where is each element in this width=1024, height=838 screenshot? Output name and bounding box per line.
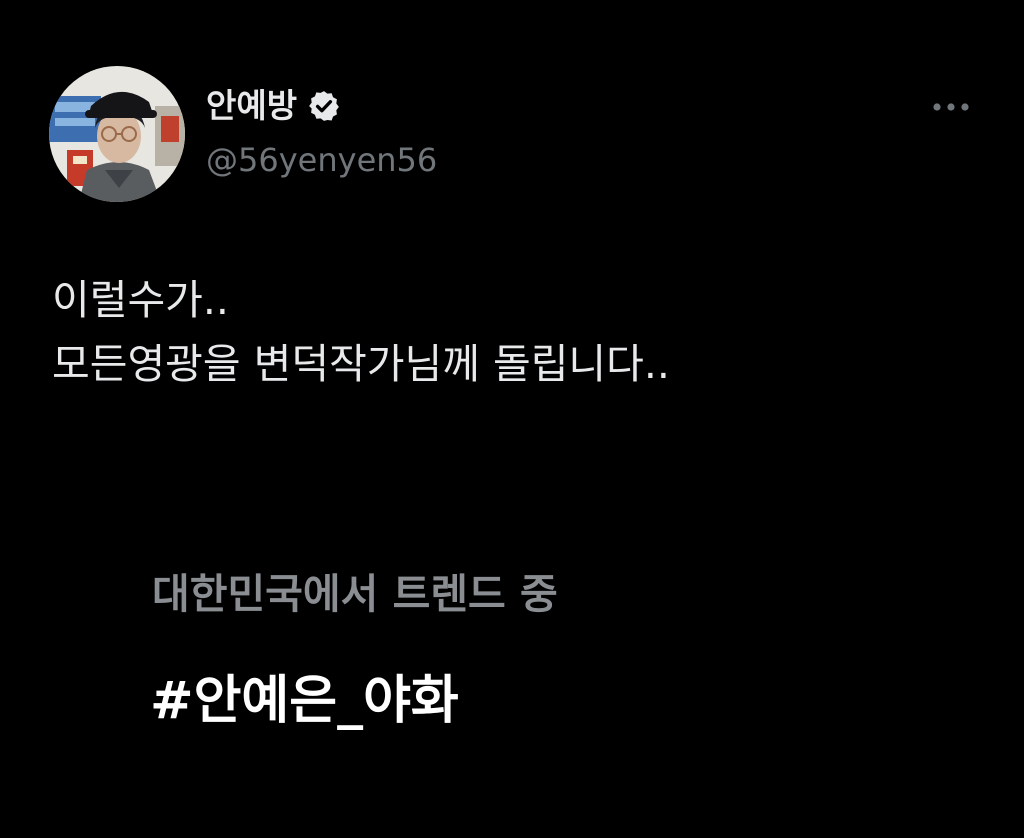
author-name-row: 안예방 [206,86,341,126]
profile-photo [49,66,185,202]
author-display-name[interactable]: 안예방 [206,86,297,126]
trend-hashtag: #안예은_야화 [150,671,459,731]
post-media-image[interactable] [0,470,1024,838]
post-text-line: 모든영광을 변덕작가님께 돌립니다.. [52,340,670,388]
more-horizontal-icon [933,103,969,111]
post-text-line: 이럴수가.. [52,276,229,324]
author-handle[interactable]: @56yenyen56 [206,140,437,180]
trend-context-label: 대한민국에서 트렌드 중 [152,570,558,618]
more-button[interactable] [926,92,976,122]
verified-badge-icon [309,91,339,121]
avatar[interactable] [49,66,185,202]
post-text: 이럴수가.. 모든영광을 변덕작가님께 돌립니다.. [52,268,670,396]
